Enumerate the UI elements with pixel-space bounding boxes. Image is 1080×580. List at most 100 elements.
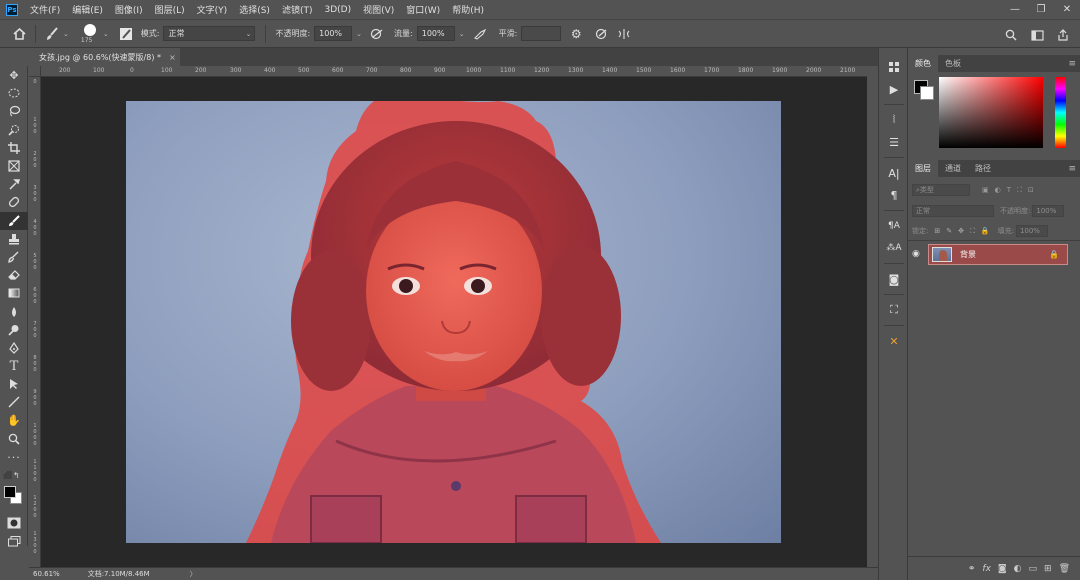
marquee-tool-icon[interactable] [0, 84, 28, 102]
path-selection-tool-icon[interactable] [0, 375, 28, 393]
pressure-size-icon[interactable] [591, 23, 613, 45]
chevron-down-icon[interactable]: ⌄ [63, 30, 69, 38]
layer-filter-icons[interactable]: ▣◐T⛶⊡ [982, 186, 1040, 195]
glyphs-icon[interactable]: ⁂A [879, 237, 909, 259]
tab-swatches[interactable]: 色板 [938, 55, 968, 72]
quick-mask-icon[interactable] [0, 514, 28, 532]
crop-tool-icon[interactable] [0, 139, 28, 157]
clone-stamp-tool-icon[interactable] [0, 230, 28, 248]
more-tools-icon[interactable]: ··· [0, 448, 28, 466]
chevron-down-icon[interactable]: ⌄ [459, 30, 465, 38]
new-group-icon[interactable]: ▭ [1029, 564, 1038, 574]
menu-type[interactable]: 文字(Y) [197, 3, 228, 16]
history-brush-tool-icon[interactable] [0, 248, 28, 266]
menu-file[interactable]: 文件(F) [30, 3, 60, 16]
mode-select[interactable]: 正常 ⌄ [163, 26, 256, 41]
history-panel-icon[interactable] [879, 56, 909, 78]
menu-filter[interactable]: 滤镜(T) [282, 3, 313, 16]
hand-tool-icon[interactable]: ✋ [0, 412, 28, 430]
color-picker-field[interactable] [939, 77, 1043, 148]
swap-colors-icon[interactable]: ⬛↰ [0, 466, 28, 484]
brush-tool-icon[interactable] [0, 211, 28, 230]
pen-tool-icon[interactable] [0, 339, 28, 357]
flow-input[interactable]: 100% [416, 26, 455, 41]
add-mask-icon[interactable]: ◙ [998, 564, 1007, 574]
camera-raw-icon[interactable]: ◙ [879, 268, 909, 290]
menu-layer[interactable]: 图层(L) [155, 3, 185, 16]
tab-channels[interactable]: 通道 [938, 160, 968, 177]
hue-slider[interactable] [1055, 77, 1066, 148]
smoothing-input[interactable] [521, 26, 562, 41]
type-tool-icon[interactable]: T [0, 357, 28, 375]
visibility-eye-icon[interactable]: ◉ [912, 249, 920, 259]
search-icon[interactable] [1000, 24, 1022, 46]
layer-filter-select[interactable]: ⌕ 类型 [912, 184, 970, 196]
opacity-input[interactable]: 100% [314, 26, 353, 41]
blur-tool-icon[interactable] [0, 302, 28, 320]
actions-play-icon[interactable]: ▶ [879, 78, 909, 100]
eraser-tool-icon[interactable] [0, 266, 28, 284]
symmetry-icon[interactable] [613, 23, 635, 45]
blend-mode-select[interactable]: 正常 [912, 205, 994, 217]
transform-frame-icon[interactable]: ⛶ [879, 299, 909, 321]
document-tab[interactable]: 女孩.jpg @ 60.6%(快速蒙版/8) * × [33, 48, 180, 66]
tab-paths[interactable]: 路径 [968, 160, 998, 177]
brush-settings-icon[interactable] [115, 23, 137, 45]
tab-color[interactable]: 颜色 [908, 55, 938, 72]
gradient-tool-icon[interactable] [0, 284, 28, 302]
layer-opacity-input[interactable]: 100% [1032, 205, 1065, 217]
menu-edit[interactable]: 编辑(E) [72, 3, 103, 16]
menu-help[interactable]: 帮助(H) [452, 3, 484, 16]
eyedropper-tool-icon[interactable] [0, 175, 28, 193]
home-icon[interactable] [8, 23, 30, 45]
restore-button[interactable]: ❐ [1028, 0, 1054, 19]
menu-image[interactable]: 图像(I) [115, 3, 143, 16]
screen-mode-icon[interactable] [0, 533, 28, 551]
share-icon[interactable] [1052, 24, 1074, 46]
workspace-layout-icon[interactable] [1026, 24, 1048, 46]
new-layer-icon[interactable]: ⊞ [1044, 564, 1052, 574]
brush-preset-picker[interactable]: 175 [79, 21, 103, 47]
brush-presets-icon[interactable]: ⦚ [879, 109, 909, 131]
fill-input[interactable]: 100% [1015, 225, 1048, 237]
move-tool-icon[interactable]: ✥ [0, 66, 28, 84]
menu-select[interactable]: 选择(S) [239, 3, 270, 16]
airbrush-icon[interactable] [469, 23, 491, 45]
chevron-down-icon[interactable]: ⌄ [356, 30, 362, 38]
menu-window[interactable]: 窗口(W) [406, 3, 440, 16]
quick-selection-tool-icon[interactable] [0, 121, 28, 139]
frame-tool-icon[interactable] [0, 157, 28, 175]
foreground-color-icon[interactable] [4, 486, 16, 499]
healing-brush-tool-icon[interactable] [0, 193, 28, 211]
panel-menu-icon[interactable]: ≡ [1068, 59, 1076, 69]
minimize-button[interactable]: — [1002, 0, 1028, 19]
brush-tool-icon[interactable] [41, 23, 63, 45]
lasso-tool-icon[interactable] [0, 102, 28, 120]
link-layers-icon[interactable]: ⚭ [968, 564, 976, 574]
paragraph-panel-icon[interactable]: ¶ [879, 184, 909, 206]
close-tab-icon[interactable]: × [169, 53, 176, 62]
line-tool-icon[interactable] [0, 393, 28, 411]
character-styles-icon[interactable]: ¶A [879, 215, 909, 237]
layer-row[interactable]: 背景 🔒 [928, 244, 1068, 265]
adjustment-layer-icon[interactable]: ◐ [1014, 564, 1022, 574]
close-button[interactable]: ✕ [1054, 0, 1080, 19]
horizontal-ruler[interactable]: 200 100 0 100 200 300 400 500 600 700 80… [41, 66, 867, 77]
panel-menu-icon[interactable]: ≡ [1068, 164, 1076, 174]
zoom-tool-icon[interactable] [0, 430, 28, 448]
zoom-level[interactable]: 60.61% [33, 570, 60, 578]
tab-layers[interactable]: 图层 [908, 160, 938, 177]
document-canvas[interactable] [126, 101, 781, 543]
adjustments-sliders-icon[interactable]: ☰ [879, 131, 909, 153]
lock-icons[interactable]: ⊞✎✥⛶🔒 [934, 227, 995, 236]
color-swatches[interactable] [0, 484, 28, 510]
ruler-origin[interactable] [29, 66, 41, 77]
background-color-swatch[interactable] [920, 86, 934, 100]
menu-view[interactable]: 视图(V) [363, 3, 394, 16]
menu-3d[interactable]: 3D(D) [324, 5, 351, 15]
dodge-tool-icon[interactable] [0, 321, 28, 339]
chevron-down-icon[interactable]: ⌄ [103, 30, 109, 38]
vertical-ruler[interactable]: 0 1 0 0 2 0 0 3 0 0 4 0 0 5 0 0 6 0 0 7 … [29, 77, 41, 567]
character-panel-icon[interactable]: A| [879, 162, 909, 184]
gear-icon[interactable]: ⚙ [565, 23, 587, 45]
